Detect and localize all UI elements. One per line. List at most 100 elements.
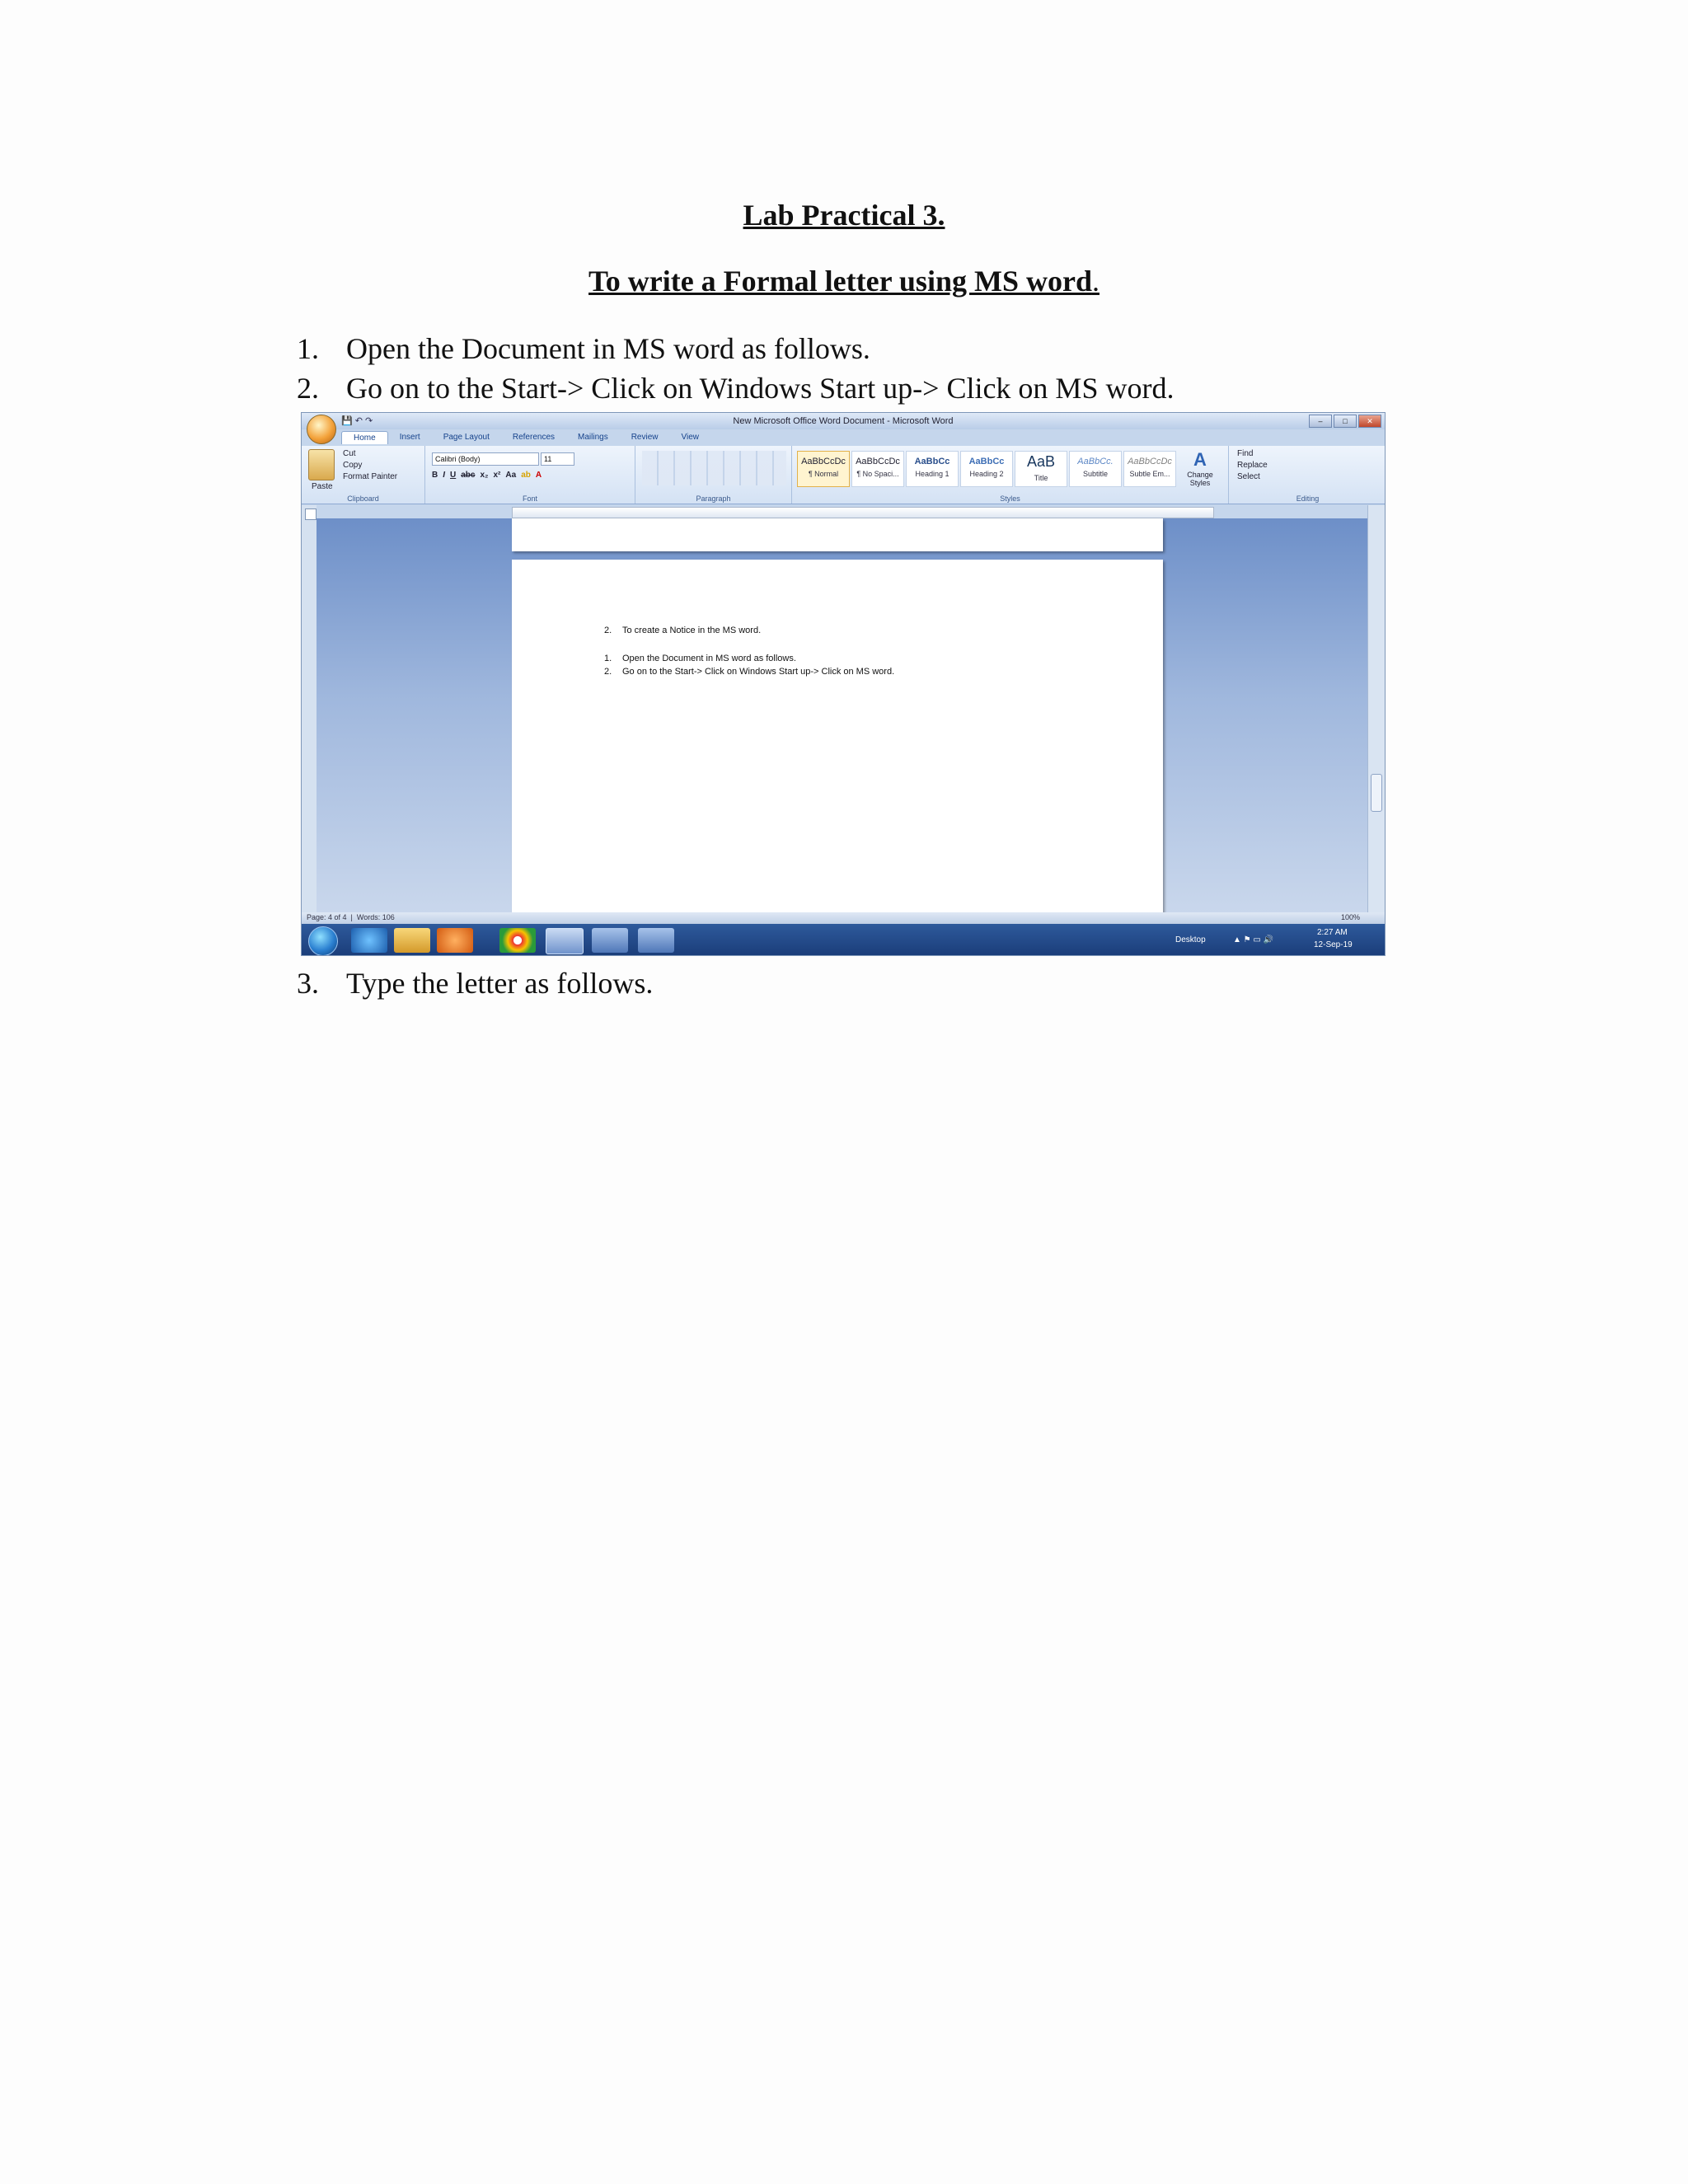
step-text: Type the letter as follows. bbox=[346, 967, 654, 1000]
vertical-scrollbar[interactable] bbox=[1367, 505, 1385, 912]
strikethrough-icon[interactable]: abc bbox=[461, 471, 475, 480]
step-text: Go on to the Start-> Click on Windows St… bbox=[346, 372, 1175, 405]
page-subtitle: To write a Formal letter using MS word. bbox=[0, 264, 1688, 298]
media-player-icon[interactable] bbox=[437, 928, 473, 953]
style-sample: AaBbCc bbox=[914, 457, 950, 466]
status-page-words: Page: 4 of 4 | Words: 106 bbox=[307, 913, 395, 921]
style-subtle-emphasis[interactable]: AaBbCcDc Subtle Em... bbox=[1123, 451, 1176, 487]
replace-button[interactable]: Replace bbox=[1237, 461, 1268, 470]
find-button[interactable]: Find bbox=[1237, 449, 1253, 458]
horizontal-ruler[interactable] bbox=[512, 507, 1214, 518]
style-sample: AaBbCcDc bbox=[856, 457, 900, 466]
style-title[interactable]: AaB Title bbox=[1015, 451, 1067, 487]
italic-icon[interactable]: I bbox=[443, 471, 445, 480]
bold-icon[interactable]: B bbox=[432, 471, 438, 480]
clipboard-group-label: Clipboard bbox=[347, 494, 379, 503]
style-name: ¶ Normal bbox=[808, 470, 839, 478]
status-page[interactable]: Page: 4 of 4 bbox=[307, 913, 347, 921]
status-words[interactable]: Words: 106 bbox=[357, 913, 395, 921]
close-icon[interactable]: ✕ bbox=[1358, 415, 1381, 428]
tab-page-layout[interactable]: Page Layout bbox=[432, 431, 501, 444]
tab-insert[interactable]: Insert bbox=[388, 431, 432, 444]
maximize-icon[interactable]: □ bbox=[1334, 415, 1357, 428]
paste-icon[interactable] bbox=[308, 449, 335, 480]
tray-icons[interactable]: ▲ ⚑ ▭ 🔊 bbox=[1233, 935, 1273, 944]
chrome-icon[interactable] bbox=[499, 928, 536, 953]
ruler-toggle-icon[interactable] bbox=[305, 509, 316, 520]
font-name-select[interactable]: Calibri (Body) bbox=[432, 452, 539, 466]
style-sample: AaBbCcDc bbox=[801, 457, 846, 466]
tab-home[interactable]: Home bbox=[341, 431, 388, 444]
paragraph-buttons-icon[interactable] bbox=[642, 451, 786, 485]
style-name: Heading 1 bbox=[915, 470, 950, 478]
styles-group: AaBbCcDc ¶ Normal AaBbCcDc ¶ No Spaci... A… bbox=[792, 446, 1229, 504]
page-line-text: To create a Notice in the MS word. bbox=[622, 626, 762, 635]
minimize-icon[interactable]: – bbox=[1309, 415, 1332, 428]
style-no-spacing[interactable]: AaBbCcDc ¶ No Spaci... bbox=[851, 451, 904, 487]
style-normal[interactable]: AaBbCcDc ¶ Normal bbox=[797, 451, 850, 487]
word-taskbar-icon[interactable] bbox=[546, 928, 584, 954]
tab-view[interactable]: View bbox=[670, 431, 711, 444]
change-styles-button[interactable]: A Change Styles bbox=[1179, 449, 1221, 487]
subscript-icon[interactable]: x₂ bbox=[480, 471, 488, 480]
style-name: Subtle Em... bbox=[1129, 470, 1170, 478]
file-explorer-icon[interactable] bbox=[394, 928, 430, 953]
tab-mailings[interactable]: Mailings bbox=[566, 431, 620, 444]
paragraph-group-label: Paragraph bbox=[696, 494, 731, 503]
tab-references[interactable]: References bbox=[501, 431, 566, 444]
style-subtitle[interactable]: AaBbCc. Subtitle bbox=[1069, 451, 1122, 487]
cut-button[interactable]: Cut bbox=[343, 449, 356, 458]
font-format-row: B I U abc x₂ x² Aa ab A bbox=[432, 471, 542, 480]
clock-time[interactable]: 2:27 AM bbox=[1317, 928, 1348, 937]
vertical-ruler bbox=[302, 505, 316, 955]
windows-taskbar: Desktop ▲ ⚑ ▭ 🔊 2:27 AM 12-Sep-19 bbox=[302, 924, 1385, 955]
office-button-icon[interactable] bbox=[307, 415, 336, 444]
font-size-select[interactable]: 11 bbox=[541, 452, 574, 466]
step-text: Open the Document in MS word as follows. bbox=[346, 332, 870, 365]
format-painter-button[interactable]: Format Painter bbox=[343, 472, 397, 481]
style-name: Title bbox=[1034, 474, 1048, 482]
zoom-level[interactable]: 100% bbox=[1341, 913, 1360, 921]
step-number: 3. bbox=[297, 967, 319, 1000]
step-1: 1. Open the Document in MS word as follow… bbox=[297, 331, 870, 366]
change-case-icon[interactable]: Aa bbox=[505, 471, 516, 480]
scrollbar-thumb[interactable] bbox=[1371, 774, 1382, 812]
tab-review[interactable]: Review bbox=[620, 431, 670, 444]
quick-access-toolbar[interactable]: 💾 ↶ ↷ bbox=[341, 415, 373, 426]
clipboard-group: Paste Cut Copy Format Painter Clipboard bbox=[302, 446, 425, 504]
style-heading-1[interactable]: AaBbCc Heading 1 bbox=[906, 451, 959, 487]
underline-icon[interactable]: U bbox=[450, 471, 456, 480]
editing-group-label: Editing bbox=[1296, 494, 1320, 503]
page-line-number: 1. bbox=[604, 654, 612, 663]
style-sample: AaBbCc. bbox=[1077, 457, 1114, 466]
snipping-tool-icon[interactable] bbox=[638, 928, 674, 953]
superscript-icon[interactable]: x² bbox=[494, 471, 501, 480]
page-line: 2. Go on to the Start-> Click on Windows … bbox=[604, 667, 894, 677]
current-page[interactable]: 2. To create a Notice in the MS word. 1. O… bbox=[512, 560, 1163, 912]
font-color-icon[interactable]: A bbox=[536, 471, 542, 480]
paint-icon[interactable] bbox=[592, 928, 628, 953]
font-group-label: Font bbox=[522, 494, 537, 503]
ribbon-tabs: Home Insert Page Layout References Maili… bbox=[341, 431, 710, 444]
copy-button[interactable]: Copy bbox=[343, 461, 362, 470]
page-line-text: Go on to the Start-> Click on Windows St… bbox=[622, 667, 895, 677]
subtitle-period: . bbox=[1091, 265, 1100, 298]
ribbon: Paste Cut Copy Format Painter Clipboard … bbox=[302, 446, 1385, 504]
clock-date[interactable]: 12-Sep-19 bbox=[1314, 940, 1353, 949]
select-button[interactable]: Select bbox=[1237, 472, 1260, 481]
highlight-icon[interactable]: ab bbox=[521, 471, 531, 480]
editing-group: Find Replace Select Editing bbox=[1229, 446, 1385, 504]
desktop-toolbar[interactable]: Desktop bbox=[1175, 935, 1206, 944]
step-2: 2. Go on to the Start-> Click on Windows … bbox=[297, 371, 1174, 405]
style-sample: AaB bbox=[1026, 453, 1056, 470]
style-sample: AaBbCcDc bbox=[1128, 457, 1172, 466]
subtitle-text: To write a Formal letter using MS word bbox=[588, 265, 1092, 298]
windows-start-icon[interactable] bbox=[308, 926, 338, 955]
window-controls: – □ ✕ bbox=[1309, 415, 1381, 428]
style-name: Subtitle bbox=[1082, 470, 1109, 478]
font-group: Calibri (Body) 11 B I U abc x₂ x² Aa ab … bbox=[425, 446, 635, 504]
style-heading-2[interactable]: AaBbCc Heading 2 bbox=[960, 451, 1013, 487]
internet-explorer-icon[interactable] bbox=[351, 928, 387, 953]
step-3: 3. Type the letter as follows. bbox=[297, 966, 653, 1001]
page-line-number: 2. bbox=[604, 626, 612, 635]
